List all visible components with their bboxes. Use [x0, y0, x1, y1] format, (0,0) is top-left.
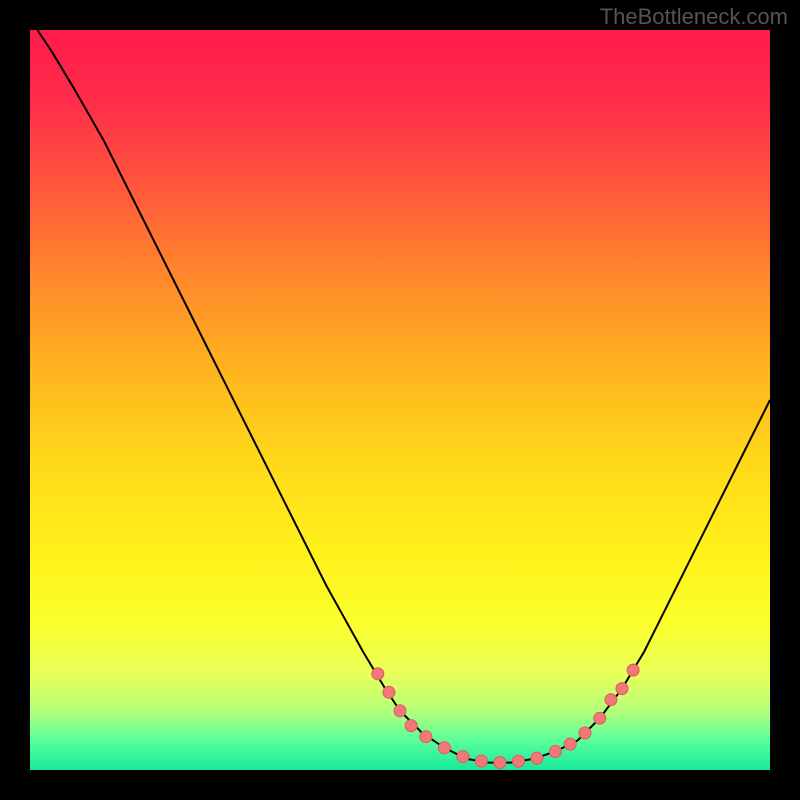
highlight-dot	[372, 668, 384, 680]
highlight-dot	[512, 755, 524, 767]
highlight-dot	[394, 705, 406, 717]
highlight-dot	[420, 731, 432, 743]
highlight-dot	[457, 751, 469, 763]
chart-plot-area	[30, 30, 770, 770]
highlight-dot	[605, 694, 617, 706]
highlight-dot	[594, 712, 606, 724]
highlight-dot	[579, 727, 591, 739]
highlight-dot	[405, 720, 417, 732]
highlight-dot	[616, 683, 628, 695]
highlight-dot	[475, 755, 487, 767]
highlight-dot	[627, 664, 639, 676]
curve-line	[37, 30, 770, 763]
highlight-dot	[564, 738, 576, 750]
chart-svg	[30, 30, 770, 770]
highlight-dot	[494, 757, 506, 769]
highlight-dots	[372, 664, 639, 769]
watermark-label: TheBottleneck.com	[600, 4, 788, 30]
highlight-dot	[531, 752, 543, 764]
highlight-dot	[383, 686, 395, 698]
highlight-dot	[438, 742, 450, 754]
highlight-dot	[549, 746, 561, 758]
